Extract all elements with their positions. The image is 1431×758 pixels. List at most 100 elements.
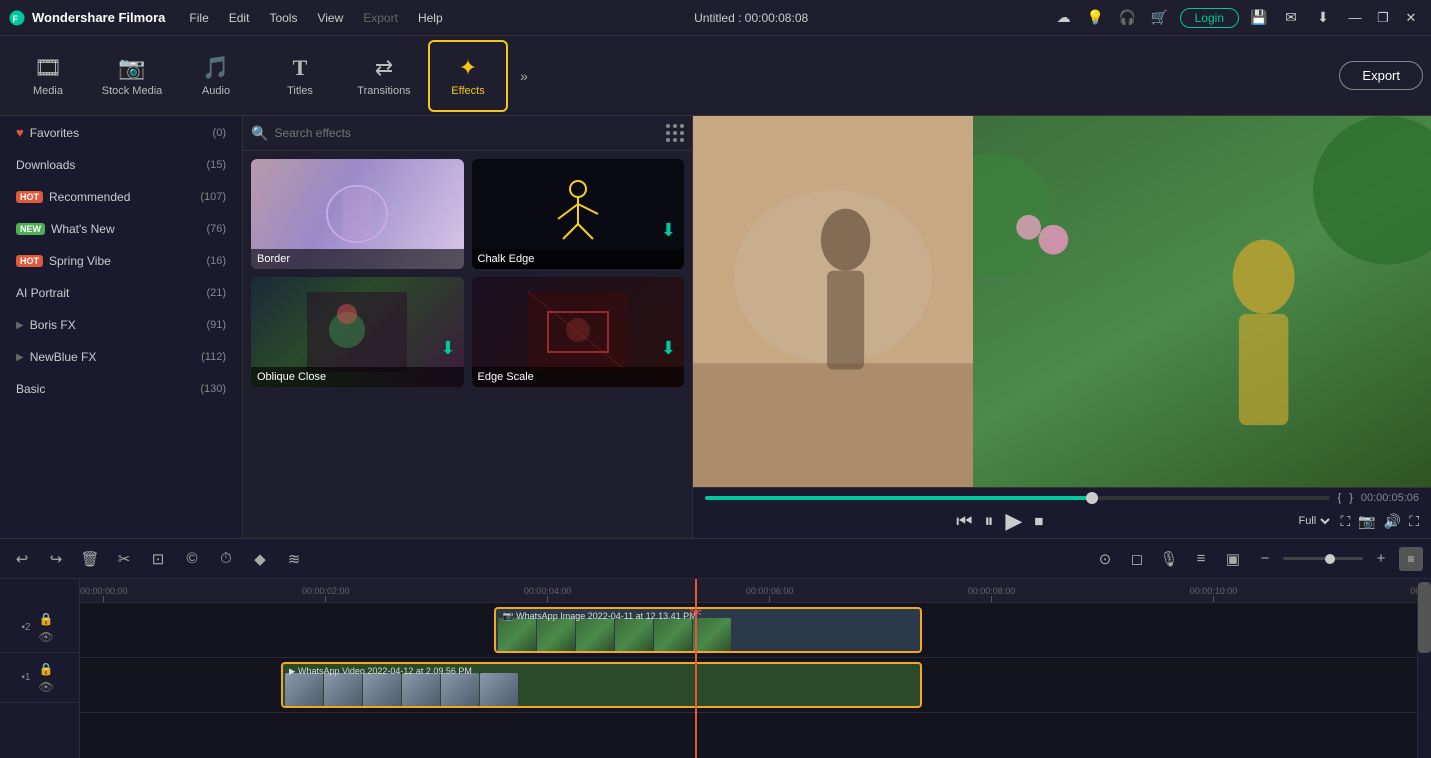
eye-icon[interactable]: 👁 (38, 680, 53, 694)
side-scrollbar-thumb[interactable] (1418, 582, 1431, 654)
screenshot-icon[interactable]: 📷 (1358, 513, 1375, 530)
download-icon[interactable]: ⬇ (661, 220, 676, 241)
timeline-toolbar: ↩ ↪ 🗑 ✂ ⊡ © ⏱ ◆ ≋ ⊙ ◻ 🎙 ≡ ▣ − + ≡ (0, 539, 1431, 579)
sidebar-item-favorites[interactable]: ♥ Favorites (0) (4, 117, 238, 148)
pip-icon[interactable]: ▣ (1219, 545, 1247, 573)
titles-tool[interactable]: T Titles (260, 40, 340, 112)
transitions-tool[interactable]: ⇄ Transitions (344, 40, 424, 112)
cut-button[interactable]: ✂ (110, 545, 138, 573)
track-1-controls: 🔒 👁 (34, 658, 57, 698)
sidebar-item-newblue-fx[interactable]: ▶ NewBlue FX (112) (4, 342, 238, 372)
media-icon: 🎞 (34, 55, 62, 81)
download-icon[interactable]: ⬇ (1311, 6, 1335, 30)
caption-icon[interactable]: ≡ (1187, 545, 1215, 573)
ruler-tick: 00:00:12:00 (1410, 586, 1417, 602)
headset-icon[interactable]: 🎧 (1116, 6, 1140, 30)
stop-button[interactable]: ⏹ (1034, 511, 1043, 532)
effect-name: Oblique Close (251, 367, 464, 387)
quality-select[interactable]: Full 1/2 1/4 (1295, 514, 1333, 528)
menu-tools[interactable]: Tools (261, 9, 305, 27)
bulb-icon[interactable]: 💡 (1084, 6, 1108, 30)
audio-button[interactable]: ≋ (280, 545, 308, 573)
sidebar-item-whats-new[interactable]: NEW What's New (76) (4, 214, 238, 244)
zoom-out-icon[interactable]: − (1251, 545, 1279, 573)
save-icon[interactable]: 💾 (1247, 6, 1271, 30)
sidebar-item-count: (130) (200, 383, 226, 395)
redo-button[interactable]: ↪ (42, 545, 70, 573)
crop-button[interactable]: ⊡ (144, 545, 172, 573)
zoom-slider[interactable] (1283, 557, 1363, 560)
media-tool[interactable]: 🎞 Media (8, 40, 88, 112)
effect-card-border[interactable]: Border (251, 159, 464, 269)
eye-icon[interactable]: 👁 (38, 630, 53, 644)
lock-icon[interactable]: 🔒 (39, 662, 54, 676)
effect-card-edge-scale[interactable]: ⬇ Edge Scale (472, 277, 685, 387)
clip-thumb (363, 673, 401, 708)
track-label-1: ▪1 🔒 👁 (0, 653, 79, 703)
cloud-icon[interactable]: ☁ (1052, 6, 1076, 30)
preview-controls: { } 00:00:05:06 ⏮ ⏸ ▶ ⏹ Full 1/2 1/4 (693, 487, 1431, 538)
stock-media-tool[interactable]: 📷 Stock Media (92, 40, 172, 112)
menu-file[interactable]: File (181, 9, 216, 27)
sidebar-item-recommended[interactable]: HOT Recommended (107) (4, 182, 238, 212)
fullscreen-icon[interactable]: ⛶ (1341, 513, 1351, 530)
effect-card-chalk-edge[interactable]: ⬇ Chalk Edge (472, 159, 685, 269)
sidebar-item-boris-fx[interactable]: ▶ Boris FX (91) (4, 310, 238, 340)
sidebar-item-basic[interactable]: Basic (130) (4, 374, 238, 404)
menu-edit[interactable]: Edit (221, 9, 258, 27)
view-toggle[interactable]: ≡ (1399, 547, 1423, 571)
effects-tool[interactable]: ✦ Effects (428, 40, 508, 112)
grid-view-icon[interactable] (666, 124, 684, 142)
toolbar-expand[interactable]: » (512, 68, 536, 84)
stock-media-icon: 📷 (118, 55, 145, 81)
clip-thumb (693, 618, 731, 653)
copy-button[interactable]: © (178, 545, 206, 573)
menu-export[interactable]: Export (355, 9, 406, 27)
maximize-button[interactable]: ❐ (1371, 6, 1395, 30)
audio-tool[interactable]: 🎵 Audio (176, 40, 256, 112)
shield-icon[interactable]: ◻ (1123, 545, 1151, 573)
delete-button[interactable]: 🗑 (76, 545, 104, 573)
mic-icon[interactable]: 🎙 (1155, 545, 1183, 573)
progress-bar-row: { } 00:00:05:06 (705, 492, 1419, 504)
undo-button[interactable]: ↩ (8, 545, 36, 573)
progress-bar[interactable] (705, 496, 1330, 500)
playback-controls: ⏮ ⏸ ▶ ⏹ (705, 508, 1295, 534)
clip-thumb (402, 673, 440, 708)
audio-icon: 🎵 (202, 55, 229, 81)
marker-button[interactable]: ◆ (246, 545, 274, 573)
menu-view[interactable]: View (309, 9, 351, 27)
effects-panel: 🔍 Border (243, 116, 693, 538)
timeline-content: 00:00:00:00 00:00:02:00 00:00:04:00 00:0… (80, 579, 1417, 758)
zoom-in-icon[interactable]: + (1367, 545, 1395, 573)
timer-button[interactable]: ⏱ (212, 545, 240, 573)
timeline-clip-video[interactable]: ▶ WhatsApp Video 2022-04-12 at 2.09.56 P… (281, 662, 923, 708)
download-icon[interactable]: ⬇ (440, 338, 455, 359)
timeline-clip-image[interactable]: 📷 WhatsApp Image 2022-04-11 at 12.13.41 … (494, 607, 922, 653)
search-input[interactable] (274, 126, 660, 140)
bracket-close: } (1349, 492, 1353, 504)
close-button[interactable]: ✕ (1399, 6, 1423, 30)
scene-detect-icon[interactable]: ⊙ (1091, 545, 1119, 573)
effect-card-oblique-close[interactable]: ⬇ Oblique Close (251, 277, 464, 387)
menu-help[interactable]: Help (410, 9, 451, 27)
minimize-button[interactable]: — (1343, 6, 1367, 30)
sidebar-item-ai-portrait[interactable]: AI Portrait (21) (4, 278, 238, 308)
sidebar-item-downloads[interactable]: Downloads (15) (4, 150, 238, 180)
ruler-tick: 00:00:08:00 (968, 586, 1016, 602)
cart-icon[interactable]: 🛒 (1148, 6, 1172, 30)
lock-icon[interactable]: 🔒 (39, 612, 54, 626)
export-button[interactable]: Export (1339, 61, 1423, 90)
mail-icon[interactable]: ✉ (1279, 6, 1303, 30)
volume-icon[interactable]: 🔊 (1384, 513, 1401, 530)
settings-icon[interactable]: ⛶ (1409, 513, 1419, 530)
sidebar-item-spring-vibe[interactable]: HOT Spring Vibe (16) (4, 246, 238, 276)
timeline-side-scrollbar[interactable] (1417, 579, 1431, 758)
transitions-label: Transitions (357, 85, 410, 97)
skip-back-button[interactable]: ⏮ (956, 511, 972, 532)
audio-label: Audio (202, 85, 230, 97)
download-icon[interactable]: ⬇ (661, 338, 676, 359)
login-button[interactable]: Login (1180, 8, 1239, 28)
step-back-button[interactable]: ⏸ (984, 511, 993, 532)
play-button[interactable]: ▶ (1005, 508, 1022, 534)
